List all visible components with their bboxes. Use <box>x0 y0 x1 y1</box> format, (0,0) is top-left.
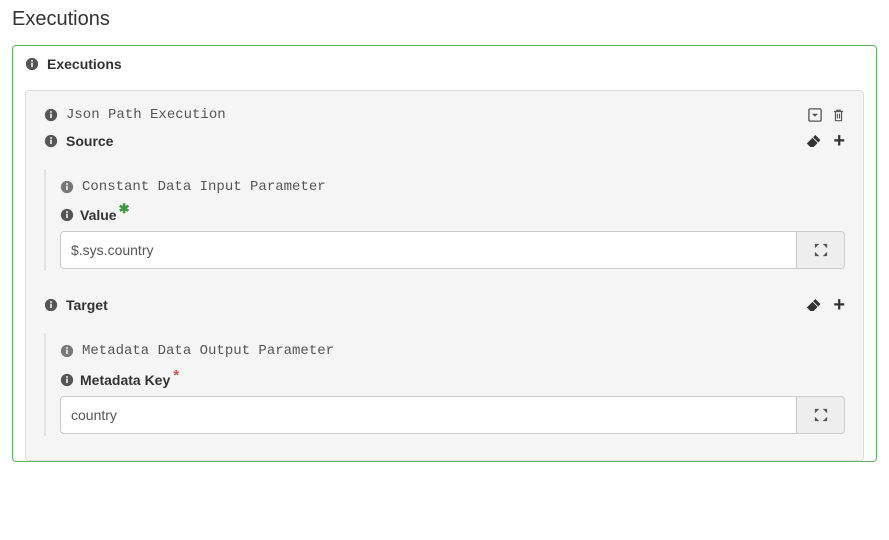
source-sub-section: Constant Data Input Parameter Value ✱ <box>44 169 845 271</box>
expand-icon <box>814 408 828 422</box>
eraser-icon[interactable] <box>806 134 823 148</box>
source-header-row: Source + <box>44 131 845 151</box>
panel-title: Executions <box>47 56 122 72</box>
page-title: Executions <box>0 0 889 45</box>
target-header-row: Target + <box>44 295 845 315</box>
info-icon <box>44 108 58 122</box>
expand-icon <box>814 243 828 257</box>
info-icon <box>60 180 74 194</box>
info-icon <box>44 134 58 148</box>
field-marker-green: ✱ <box>119 201 130 217</box>
card-type-row: Json Path Execution <box>44 107 845 123</box>
source-label: Source <box>66 133 113 149</box>
executions-panel: Executions Json Path Execution <box>12 45 877 462</box>
expand-button[interactable] <box>797 231 845 269</box>
target-sub-section: Metadata Data Output Parameter Metadata … <box>44 333 845 436</box>
info-icon <box>44 298 58 312</box>
info-icon <box>60 208 74 222</box>
target-label: Target <box>66 297 108 313</box>
expand-button[interactable] <box>797 396 845 434</box>
info-icon <box>60 344 74 358</box>
metadata-key-field-label: Metadata Key <box>80 372 170 388</box>
metadata-key-input-group <box>60 396 845 434</box>
info-icon <box>25 57 39 71</box>
plus-icon[interactable]: + <box>833 131 845 151</box>
target-param-type: Metadata Data Output Parameter <box>82 343 334 359</box>
execution-card: Json Path Execution Source <box>25 90 864 461</box>
source-param-type: Constant Data Input Parameter <box>82 179 326 195</box>
trash-icon[interactable] <box>832 108 845 122</box>
field-marker-red: * <box>173 367 179 384</box>
metadata-key-input[interactable] <box>60 396 797 434</box>
value-input-group <box>60 231 845 269</box>
value-input[interactable] <box>60 231 797 269</box>
eraser-icon[interactable] <box>806 298 823 312</box>
value-field-label: Value <box>80 207 117 223</box>
panel-header: Executions <box>25 56 864 72</box>
dropdown-icon[interactable] <box>808 108 822 122</box>
plus-icon[interactable]: + <box>833 295 845 315</box>
card-type-label: Json Path Execution <box>66 107 226 123</box>
info-icon <box>60 373 74 387</box>
